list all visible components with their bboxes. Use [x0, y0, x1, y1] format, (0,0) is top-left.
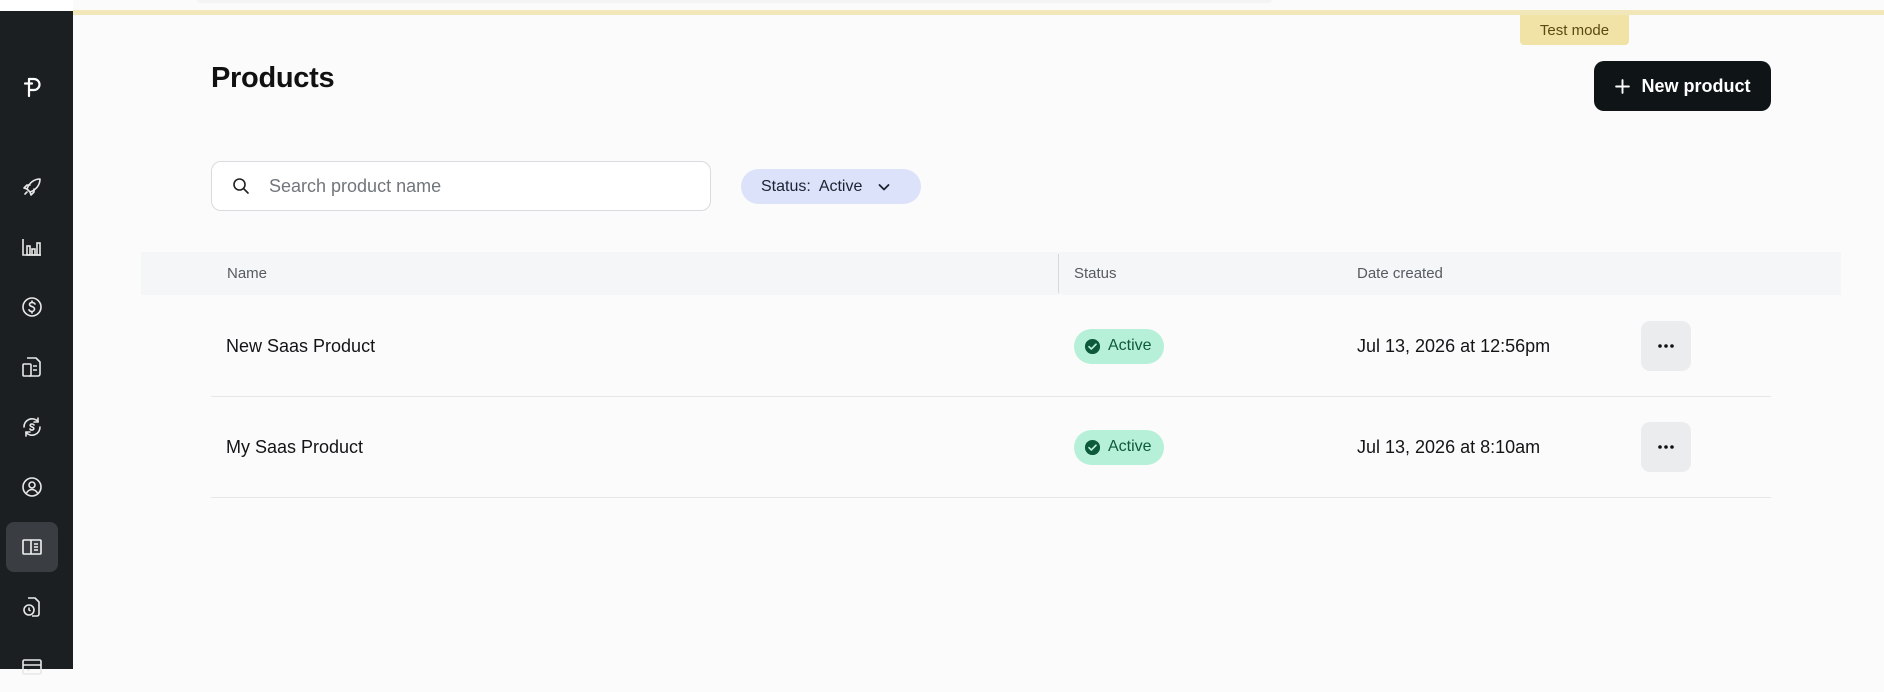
sidebar-item-payments[interactable]: [6, 642, 58, 692]
status-badge-label: Active: [1108, 337, 1152, 354]
dollar-circle-icon: [22, 297, 42, 317]
subscription-icon: [23, 417, 41, 437]
column-header-name[interactable]: Name: [227, 252, 267, 295]
row-actions-button[interactable]: [1641, 321, 1691, 371]
user-circle-icon: [22, 477, 42, 497]
sidebar-item-sales[interactable]: [6, 282, 58, 332]
sidebar-item-launch[interactable]: [6, 162, 58, 212]
status-filter-dropdown[interactable]: Status: Active: [741, 169, 921, 204]
top-search-edge: [197, 0, 1272, 3]
product-name[interactable]: New Saas Product: [226, 296, 375, 396]
table-row[interactable]: New Saas Product Active Jul 13, 2026 at …: [211, 296, 1771, 397]
product-name[interactable]: My Saas Product: [226, 397, 363, 497]
new-product-button-label: New product: [1641, 75, 1751, 96]
chevron-down-icon: [878, 183, 890, 190]
column-header-status[interactable]: Status: [1074, 252, 1117, 295]
column-resize-handle[interactable]: [1058, 254, 1059, 293]
new-product-button[interactable]: New product: [1594, 61, 1771, 111]
more-horizontal-icon: [1658, 445, 1674, 449]
date-created: Jul 13, 2026 at 12:56pm: [1357, 335, 1551, 356]
invoice-icon: [22, 357, 41, 377]
check-circle-icon: [1084, 338, 1101, 354]
search-box[interactable]: [211, 161, 711, 211]
bar-chart-icon: [22, 239, 41, 256]
status-badge-label: Active: [1108, 438, 1152, 455]
sidebar-item-customers[interactable]: [6, 462, 58, 512]
column-header-date-created[interactable]: Date created: [1357, 252, 1443, 295]
products-panel-icon: [22, 539, 42, 555]
plus-icon: [1615, 78, 1631, 94]
search-input[interactable]: [269, 175, 689, 197]
page-title: Products: [211, 62, 335, 94]
table-row[interactable]: My Saas Product Active Jul 13, 2026 at 8…: [211, 397, 1771, 498]
date-created: Jul 13, 2026 at 8:10am: [1357, 436, 1541, 457]
polar-logo-icon[interactable]: [18, 72, 48, 102]
sidebar-item-invoices[interactable]: [6, 342, 58, 392]
table-header: Name Status Date created: [141, 252, 1841, 295]
status-badge: Active: [1074, 397, 1164, 497]
more-horizontal-icon: [1658, 344, 1674, 348]
sidebar: [0, 0, 73, 675]
credit-card-icon: [22, 659, 42, 675]
check-circle-icon: [1084, 439, 1101, 455]
sidebar-item-analytics[interactable]: [6, 222, 58, 272]
sidebar-item-subscriptions[interactable]: [6, 402, 58, 452]
sidebar-item-usage[interactable]: [6, 582, 58, 632]
sidebar-item-products[interactable]: [6, 522, 58, 572]
rocket-icon: [23, 178, 41, 196]
search-icon: [233, 178, 249, 194]
row-actions-button[interactable]: [1641, 422, 1691, 472]
test-mode-badge: Test mode: [1520, 15, 1629, 45]
status-filter-label: Status:: [761, 177, 811, 195]
status-badge: Active: [1074, 296, 1164, 396]
status-filter-value: Active: [818, 177, 863, 195]
document-clock-icon: [23, 597, 40, 617]
